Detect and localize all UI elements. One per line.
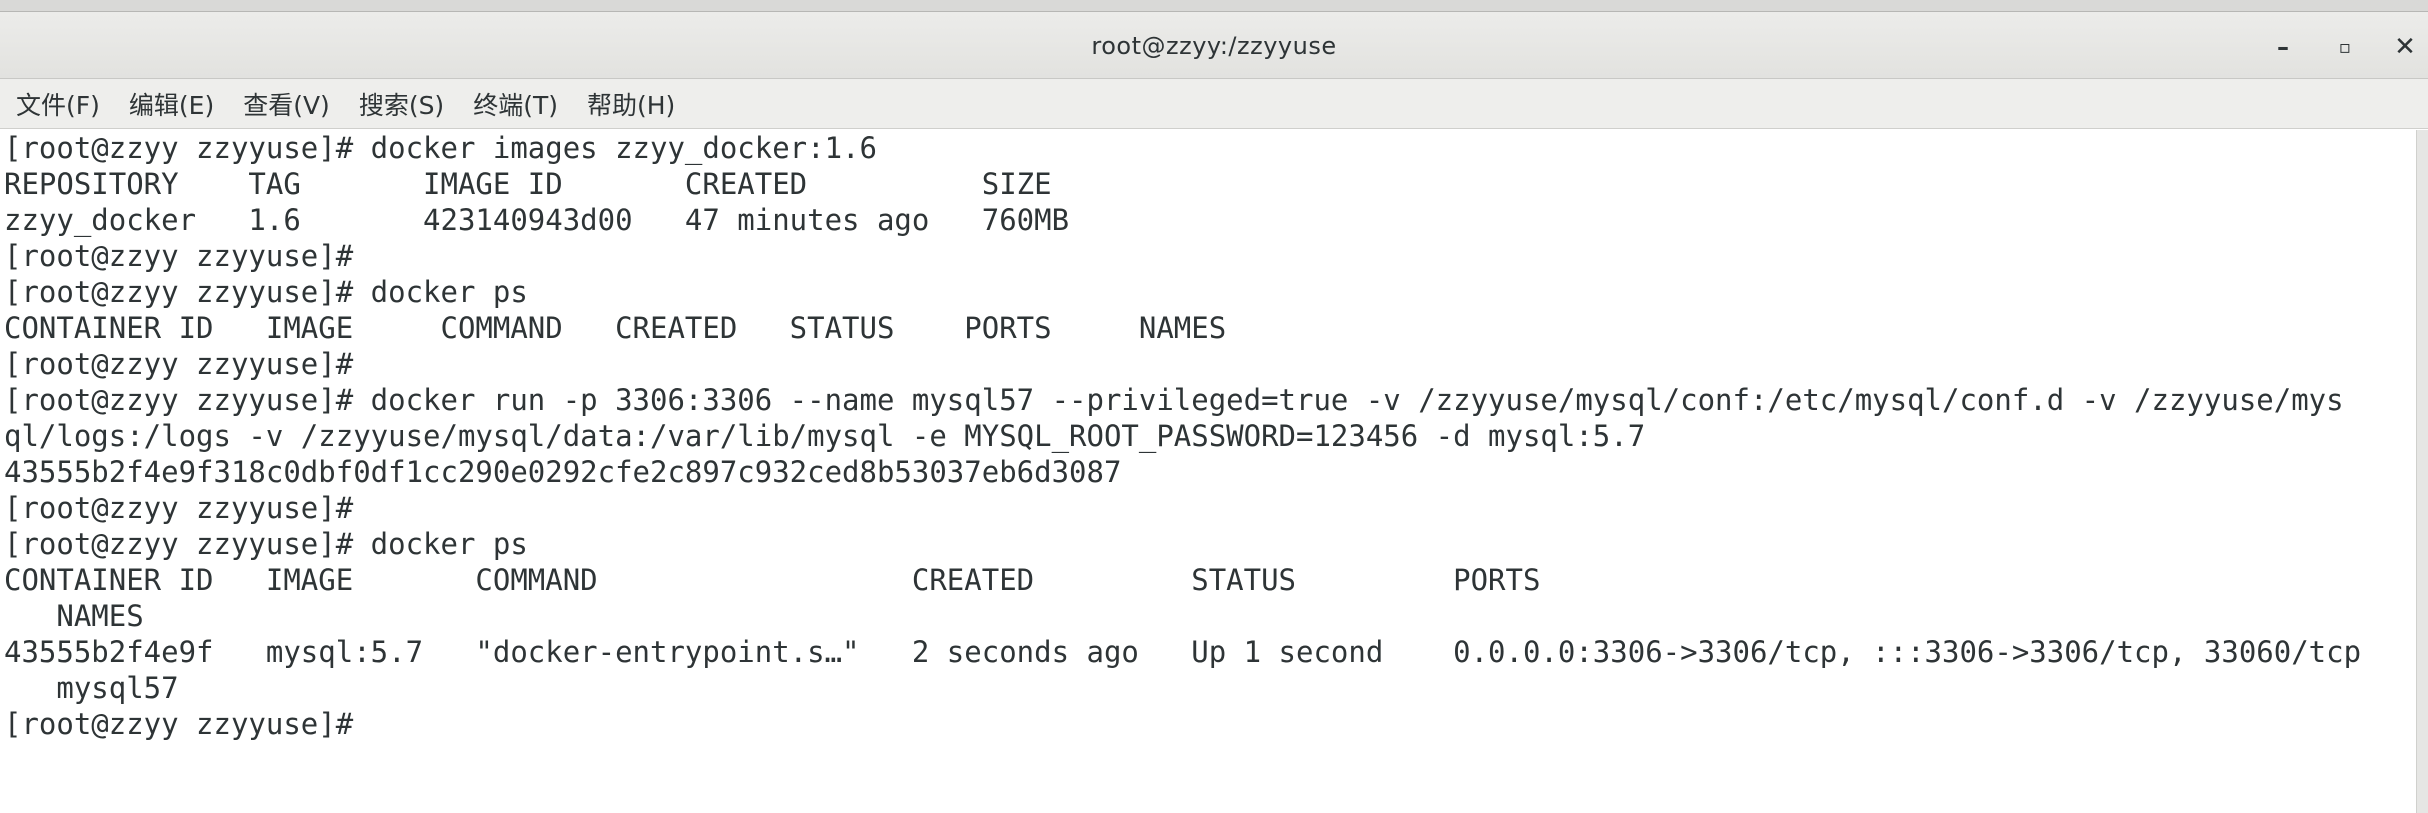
menu-search[interactable]: 搜索(S) xyxy=(359,86,444,122)
terminal-line: [root@zzyy zzyyuse]# docker images zzyy_… xyxy=(4,131,877,165)
title-bar[interactable]: root@zzyy:/zzyyuse – ▫ ✕ xyxy=(0,12,2428,79)
terminal-line: zzyy_docker 1.6 423140943d00 47 minutes … xyxy=(4,203,1070,237)
terminal-line: NAMES xyxy=(4,599,144,633)
menu-bar: 文件(F) 编辑(E) 查看(V) 搜索(S) 终端(T) 帮助(H) xyxy=(0,79,2428,129)
close-button[interactable]: ✕ xyxy=(2388,30,2422,64)
terminal-line: [root@zzyy zzyyuse]# xyxy=(4,491,354,525)
terminal-line: CONTAINER ID IMAGE COMMAND CREATED STATU… xyxy=(4,563,1541,597)
terminal-line: [root@zzyy zzyyuse]# xyxy=(4,347,354,381)
terminal-line: [root@zzyy zzyyuse]# xyxy=(4,239,354,273)
menu-edit[interactable]: 编辑(E) xyxy=(129,86,214,122)
menu-help[interactable]: 帮助(H) xyxy=(587,86,675,122)
terminal-line: ql/logs:/logs -v /zzyyuse/mysql/data:/va… xyxy=(4,419,1646,453)
terminal-line: [root@zzyy zzyyuse]# docker ps xyxy=(4,275,528,309)
maximize-button[interactable]: ▫ xyxy=(2328,30,2362,64)
terminal-line: [root@zzyy zzyyuse]# docker run -p 3306:… xyxy=(4,383,2344,417)
minimize-button[interactable]: – xyxy=(2266,30,2300,64)
terminal-line: mysql57 xyxy=(4,671,179,705)
terminal-line: 43555b2f4e9f318c0dbf0df1cc290e0292cfe2c8… xyxy=(4,455,1122,489)
terminal-scrollbar[interactable] xyxy=(2416,130,2428,813)
terminal-prompt-line: [root@zzyy zzyyuse]# xyxy=(4,707,354,741)
terminal-window: root@zzyy:/zzyyuse – ▫ ✕ 文件(F) 编辑(E) 查看(… xyxy=(0,0,2428,813)
terminal-output[interactable]: [root@zzyy zzyyuse]# docker images zzyy_… xyxy=(0,130,2416,813)
terminal-line: [root@zzyy zzyyuse]# docker ps xyxy=(4,527,528,561)
terminal-line: 43555b2f4e9f mysql:5.7 "docker-entrypoin… xyxy=(4,635,2362,669)
menu-file[interactable]: 文件(F) xyxy=(16,86,100,122)
terminal-line: CONTAINER ID IMAGE COMMAND CREATED STATU… xyxy=(4,311,1227,345)
desktop-top-strip xyxy=(0,0,2428,12)
window-title: root@zzyy:/zzyyuse xyxy=(1091,32,1337,60)
terminal-line: REPOSITORY TAG IMAGE ID CREATED SIZE xyxy=(4,167,1052,201)
menu-terminal[interactable]: 终端(T) xyxy=(473,86,558,122)
menu-view[interactable]: 查看(V) xyxy=(243,86,330,122)
